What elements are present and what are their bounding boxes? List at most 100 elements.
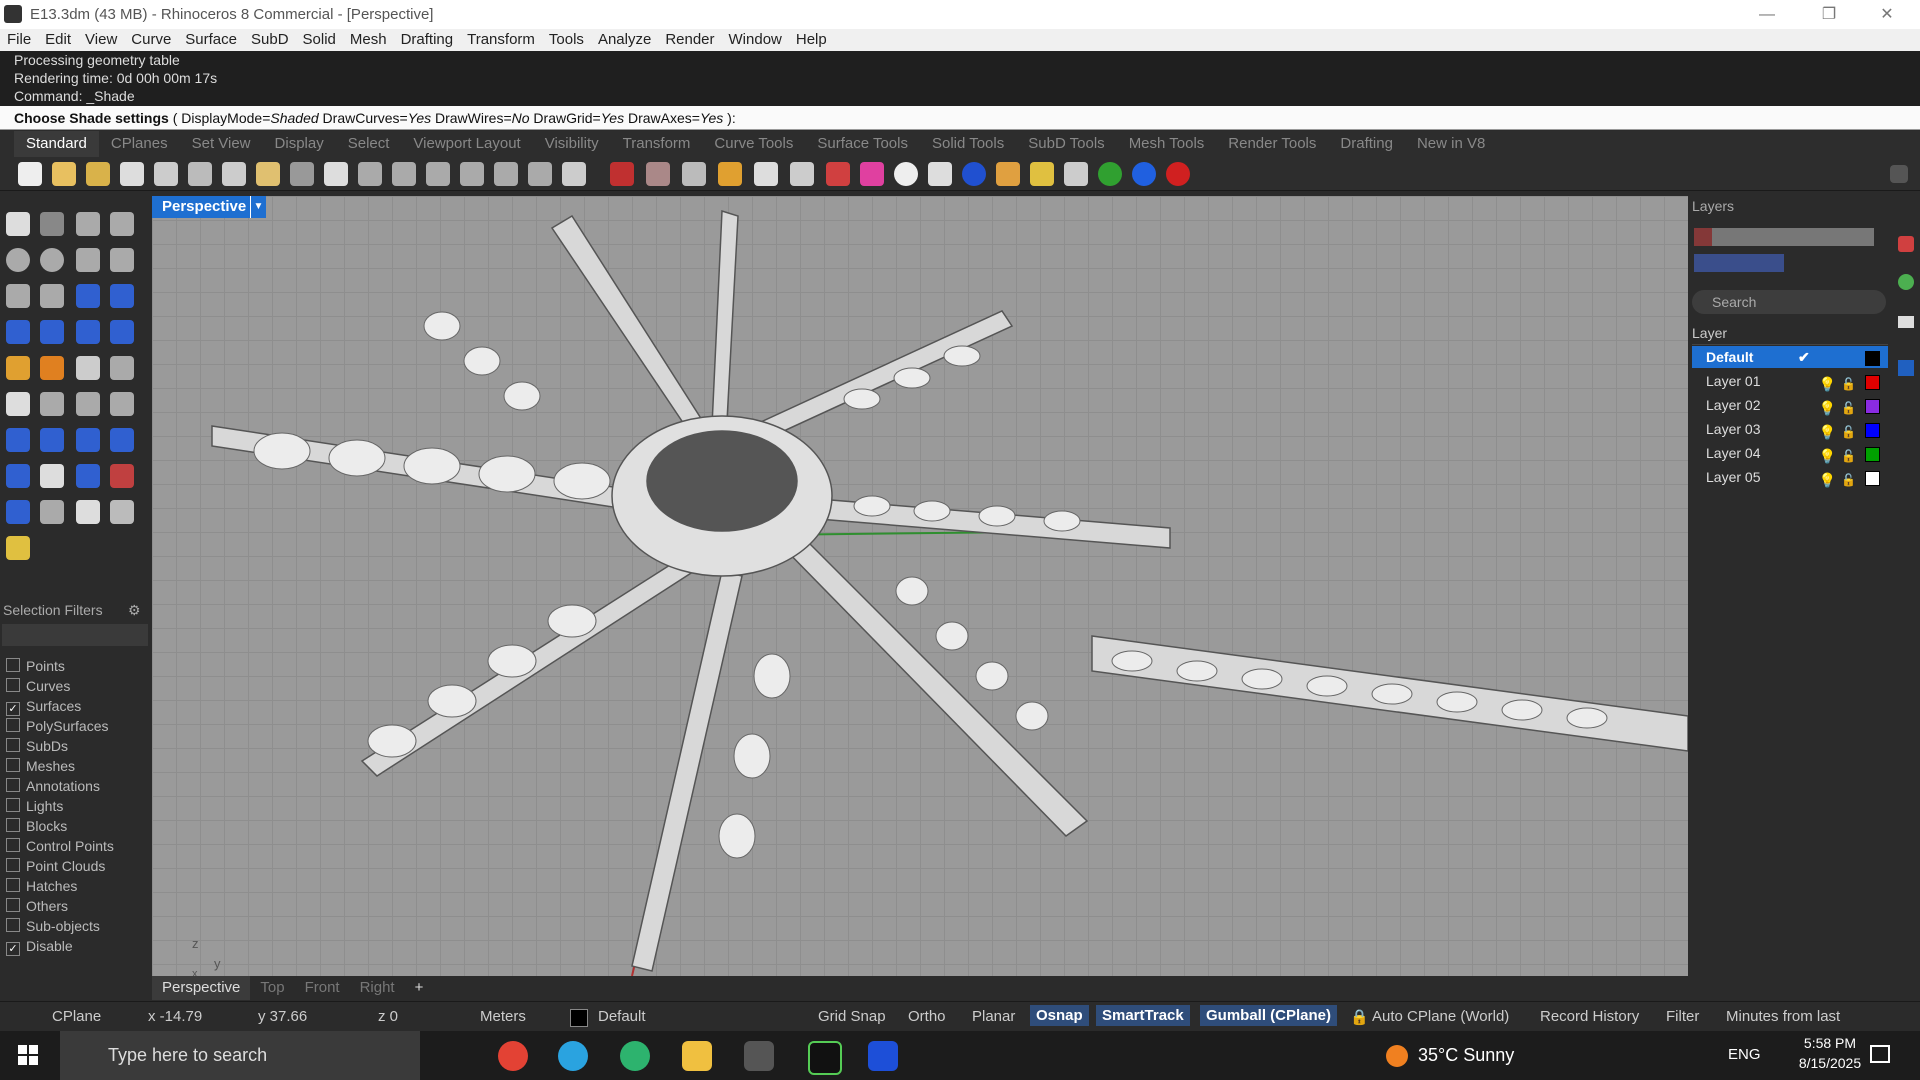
viewport-layout-icon[interactable]: [562, 162, 586, 186]
filter-checkbox[interactable]: [6, 738, 20, 752]
layer-row[interactable]: Layer 01 💡 🔓: [1692, 370, 1888, 392]
text-icon[interactable]: [6, 428, 30, 452]
clock-date[interactable]: 8/15/2025: [1790, 1055, 1870, 1071]
copy-icon[interactable]: [222, 162, 246, 186]
select-arrow-icon[interactable]: [6, 212, 30, 236]
environment-icon[interactable]: [996, 162, 1020, 186]
tab-perspective[interactable]: Perspective: [152, 976, 251, 1000]
filter-checkbox[interactable]: [6, 778, 20, 792]
menu-drafting[interactable]: Drafting: [394, 29, 461, 51]
menu-file[interactable]: File: [0, 29, 38, 51]
clock-time[interactable]: 5:58 PM: [1790, 1035, 1870, 1051]
tab-mesh-tools[interactable]: Mesh Tools: [1117, 131, 1217, 157]
grid-snap-toggle[interactable]: Grid Snap: [818, 1008, 886, 1025]
offset-icon[interactable]: [76, 392, 100, 416]
trim-icon[interactable]: [40, 356, 64, 380]
edge-icon[interactable]: [620, 1041, 650, 1071]
explode-icon[interactable]: [6, 356, 30, 380]
option-drawcurves[interactable]: DrawCurves=: [319, 110, 408, 126]
new-file-icon[interactable]: [18, 162, 42, 186]
layer-color-swatch[interactable]: [1865, 399, 1880, 414]
array-icon[interactable]: [76, 428, 100, 452]
filter-polysurfaces[interactable]: PolySurfaces: [6, 718, 108, 734]
render-icon[interactable]: [928, 162, 952, 186]
zoom-selected-icon[interactable]: [494, 162, 518, 186]
filter-hatches[interactable]: Hatches: [6, 878, 77, 894]
check-icon[interactable]: [76, 500, 100, 524]
tab-surface-tools[interactable]: Surface Tools: [805, 131, 920, 157]
menu-analyze[interactable]: Analyze: [591, 29, 658, 51]
visibility-bulb-icon[interactable]: 💡: [1819, 421, 1836, 443]
tab-standard[interactable]: Standard: [14, 131, 99, 157]
add-viewport-tab-button[interactable]: +: [405, 976, 434, 1000]
visibility-bulb-icon[interactable]: 💡: [1819, 469, 1836, 491]
surface-icon[interactable]: [76, 284, 100, 308]
filter-meshes[interactable]: Meshes: [6, 758, 75, 774]
tab-front[interactable]: Front: [295, 976, 350, 1000]
filter-blocks[interactable]: Blocks: [6, 818, 67, 834]
arc-icon[interactable]: [76, 248, 100, 272]
points-icon[interactable]: [718, 162, 742, 186]
visibility-bulb-icon[interactable]: 💡: [1819, 397, 1836, 419]
cplane-label[interactable]: CPlane: [52, 1008, 101, 1025]
pycharm-icon[interactable]: [808, 1041, 842, 1075]
filter-checkbox[interactable]: [6, 898, 20, 912]
tab-drafting[interactable]: Drafting: [1328, 131, 1405, 157]
filter-checkbox[interactable]: [6, 818, 20, 832]
menu-mesh[interactable]: Mesh: [343, 29, 394, 51]
option-drawwires[interactable]: DrawWires=: [431, 110, 512, 126]
undo-icon[interactable]: [290, 162, 314, 186]
visibility-bulb-icon[interactable]: 💡: [1819, 445, 1836, 467]
filter-checkbox[interactable]: [6, 858, 20, 872]
gumball-icon[interactable]: [110, 464, 134, 488]
toolbar-gear-icon[interactable]: [1890, 165, 1908, 183]
layer-search-input[interactable]: Search: [1692, 290, 1886, 314]
layer-row[interactable]: Layer 03 💡 🔓: [1692, 418, 1888, 440]
filter-surfaces[interactable]: ✓ Surfaces: [6, 698, 81, 716]
loft-icon[interactable]: [110, 284, 134, 308]
undo-view-icon[interactable]: [528, 162, 552, 186]
layer-row[interactable]: Default ✔: [1692, 346, 1888, 368]
menu-surface[interactable]: Surface: [178, 29, 244, 51]
filter-lights[interactable]: Lights: [6, 798, 63, 814]
osnap-toggle[interactable]: Osnap: [1030, 1005, 1089, 1026]
notification-icon[interactable]: [1870, 1045, 1890, 1063]
circle-icon[interactable]: [6, 248, 30, 272]
tab-subd-tools[interactable]: SubD Tools: [1016, 131, 1116, 157]
filter-sub-objects[interactable]: Sub-objects: [6, 918, 100, 934]
gumball-toggle[interactable]: Gumball (CPlane): [1200, 1005, 1338, 1026]
filter-checkbox[interactable]: ✓: [6, 702, 20, 716]
layer-icon[interactable]: [826, 162, 850, 186]
menu-curve[interactable]: Curve: [124, 29, 178, 51]
layer-color-swatch[interactable]: [1865, 375, 1880, 390]
menu-view[interactable]: View: [78, 29, 124, 51]
chrome-icon[interactable]: [498, 1041, 528, 1071]
unlock-icon[interactable]: 🔓: [1841, 421, 1856, 443]
filter-others[interactable]: Others: [6, 898, 68, 914]
layer-row[interactable]: Layer 02 💡 🔓: [1692, 394, 1888, 416]
properties-tab-icon[interactable]: [1898, 316, 1914, 328]
help-tab-icon[interactable]: [1898, 360, 1914, 376]
sphere-icon[interactable]: [894, 162, 918, 186]
mesh-icon[interactable]: [40, 464, 64, 488]
layers-tab-icon[interactable]: [1898, 236, 1914, 252]
minimize-button[interactable]: —: [1738, 0, 1796, 29]
filter-toggle[interactable]: Filter: [1666, 1008, 1699, 1025]
paste-icon[interactable]: [256, 162, 280, 186]
zoom-extents-icon[interactable]: [460, 162, 484, 186]
menu-edit[interactable]: Edit: [38, 29, 78, 51]
option-drawaxes[interactable]: DrawAxes=: [624, 110, 700, 126]
units-label[interactable]: Meters: [480, 1008, 526, 1025]
boolean-icon[interactable]: [40, 320, 64, 344]
unlock-icon[interactable]: 🔓: [1841, 373, 1856, 395]
filter-subds[interactable]: SubDs: [6, 738, 68, 754]
split-icon[interactable]: [76, 356, 100, 380]
minutes-since-save[interactable]: Minutes from last: [1726, 1008, 1840, 1025]
tab-set-view[interactable]: Set View: [180, 131, 263, 157]
tab-new-in-v8[interactable]: New in V8: [1405, 131, 1497, 157]
start-windows-icon[interactable]: [18, 1045, 38, 1065]
tab-display[interactable]: Display: [263, 131, 336, 157]
auto-cplane-toggle[interactable]: Auto CPlane (World): [1372, 1008, 1509, 1025]
tab-transform[interactable]: Transform: [611, 131, 703, 157]
open-file-icon[interactable]: [52, 162, 76, 186]
